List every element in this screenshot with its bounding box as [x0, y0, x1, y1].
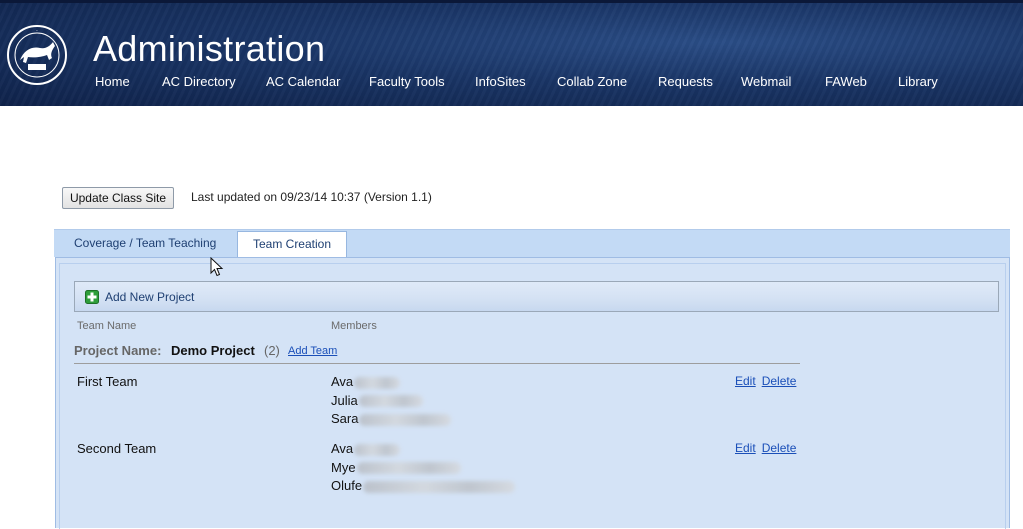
member-item: Sara: [331, 411, 452, 430]
redacted-surname: [358, 395, 423, 408]
team-actions: Edit Delete: [735, 374, 796, 388]
member-list: Ava Julia Sara: [331, 374, 452, 430]
member-first-name: Mye: [331, 459, 356, 475]
update-class-site-button[interactable]: Update Class Site: [62, 187, 174, 209]
add-new-project-button[interactable]: Add New Project: [74, 281, 999, 312]
plus-icon: [85, 290, 99, 304]
nav-webmail[interactable]: Webmail: [741, 74, 791, 89]
member-first-name: Olufe: [331, 478, 363, 493]
team-creation-panel: Add New Project Team Name Members Projec…: [55, 257, 1010, 529]
add-team-link[interactable]: Add Team: [288, 345, 337, 357]
team-name: First Team: [77, 374, 138, 389]
team-name: Second Team: [77, 441, 157, 456]
project-name: Demo Project: [171, 343, 255, 358]
team-actions: Edit Delete: [735, 441, 796, 455]
add-new-project-label: Add New Project: [105, 290, 195, 304]
member-first-name: Ava: [331, 374, 354, 389]
edit-team-link[interactable]: Edit: [735, 374, 756, 388]
mouse-pointer-icon: [210, 257, 224, 277]
edit-team-link[interactable]: Edit: [735, 441, 756, 455]
project-name-label: Project Name:: [74, 343, 162, 358]
nav-ac-directory[interactable]: AC Directory: [162, 74, 236, 89]
nav-faweb[interactable]: FAWeb: [825, 74, 867, 89]
member-item: Olufe: [331, 478, 516, 497]
svg-text:·: ·: [36, 28, 38, 35]
project-divider: [74, 363, 800, 364]
member-first-name: Sara: [331, 411, 359, 426]
member-first-name: Ava: [331, 441, 354, 456]
nav-library[interactable]: Library: [898, 74, 938, 89]
column-header-team-name: Team Name: [77, 320, 137, 332]
redacted-surname: [356, 462, 461, 475]
member-list: Ava Mye Olufe: [331, 441, 516, 497]
nav-infosites[interactable]: InfoSites: [475, 74, 526, 89]
college-seal-icon[interactable]: ·: [6, 24, 68, 86]
nav-collab-zone[interactable]: Collab Zone: [557, 74, 627, 89]
nav-home[interactable]: Home: [95, 74, 130, 89]
member-item: Ava: [331, 374, 451, 393]
site-header: · Administration Home AC Directory AC Ca…: [0, 0, 1023, 106]
member-item: Julia: [331, 393, 451, 412]
nav-ac-calendar[interactable]: AC Calendar: [266, 74, 340, 89]
tab-coverage-team-teaching[interactable]: Coverage / Team Teaching: [74, 230, 216, 258]
redacted-surname: [354, 376, 401, 389]
redacted-surname: [363, 480, 516, 493]
redacted-surname: [359, 413, 452, 426]
redacted-surname: [354, 443, 401, 456]
column-header-members: Members: [331, 320, 377, 332]
page-title: Administration: [93, 28, 326, 69]
project-team-count: (2): [264, 343, 280, 358]
nav-faculty-tools[interactable]: Faculty Tools: [369, 74, 445, 89]
member-item: Ava: [331, 441, 515, 460]
member-item: Mye: [331, 460, 515, 479]
delete-team-link[interactable]: Delete: [762, 441, 797, 455]
tab-team-creation[interactable]: Team Creation: [237, 231, 347, 258]
member-first-name: Julia: [331, 392, 358, 408]
nav-requests[interactable]: Requests: [658, 74, 713, 89]
header-top-border: [0, 0, 1023, 3]
panel-inner-frame: Add New Project Team Name Members Projec…: [59, 263, 1006, 529]
last-updated-text: Last updated on 09/23/14 10:37 (Version …: [191, 190, 432, 204]
delete-team-link[interactable]: Delete: [762, 374, 797, 388]
tab-bar: Coverage / Team Teaching Team Creation: [54, 229, 1010, 258]
